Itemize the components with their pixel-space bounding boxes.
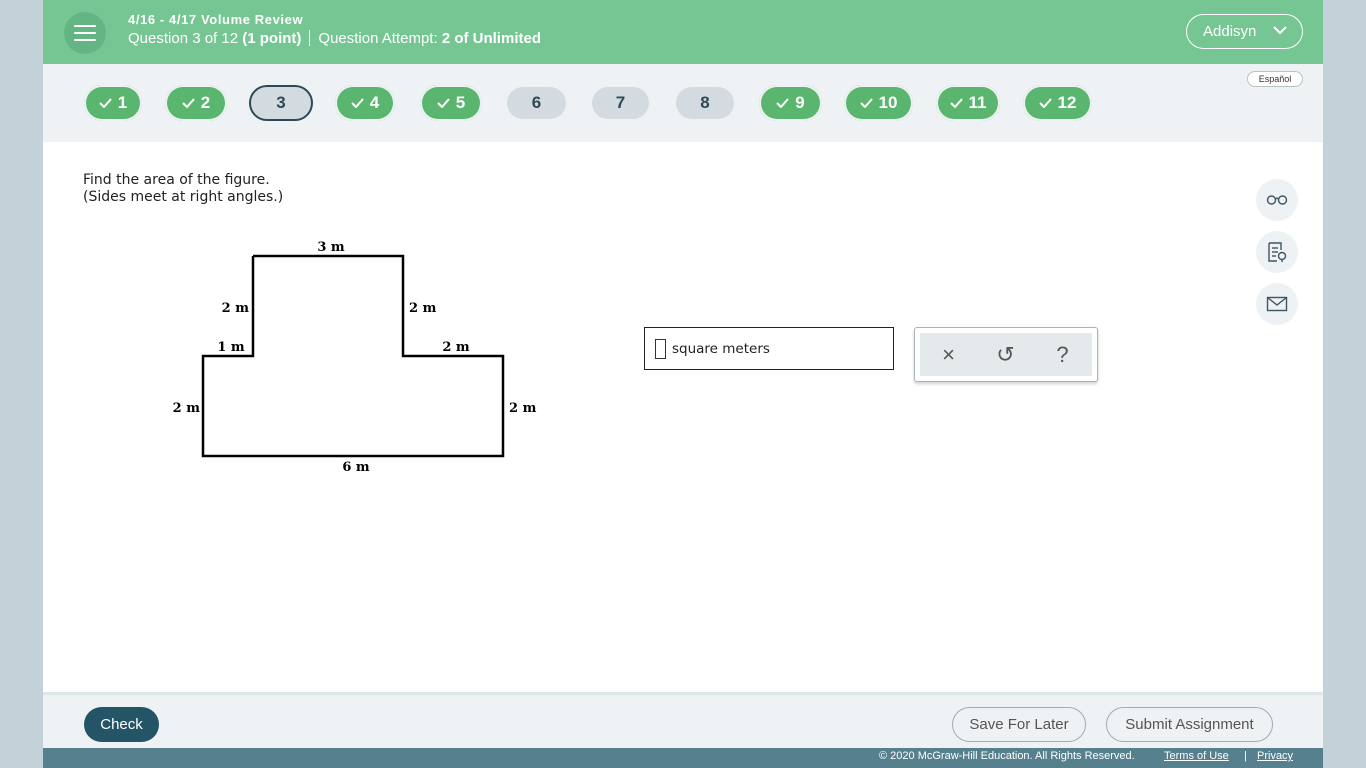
- check-icon: [859, 98, 873, 108]
- check-icon: [1038, 98, 1052, 108]
- privacy-link[interactable]: Privacy: [1257, 750, 1293, 762]
- question-pill-5[interactable]: 5: [420, 85, 482, 121]
- glasses-icon: [1266, 195, 1288, 205]
- copyright-text: © 2020 McGraw-Hill Education. All Rights…: [879, 750, 1135, 762]
- user-name: Addisyn: [1203, 23, 1257, 40]
- question-pill-label: 11: [968, 93, 987, 112]
- terms-link[interactable]: Terms of Use: [1164, 750, 1229, 762]
- question-pill-label: 4: [369, 93, 380, 112]
- footer-actions: Check Save For Later Submit Assignment: [43, 692, 1323, 748]
- answer-field[interactable]: square meters: [644, 327, 894, 370]
- question-prompt: Find the area of the figure. (Sides meet…: [83, 172, 283, 206]
- question-points: (1 point): [242, 30, 302, 47]
- figure-outline: [201, 254, 505, 458]
- divider: [309, 30, 311, 46]
- save-for-later-button[interactable]: Save For Later: [952, 707, 1086, 742]
- help-button[interactable]: ?: [1034, 333, 1091, 376]
- message-button[interactable]: [1256, 283, 1298, 325]
- notes-button[interactable]: [1256, 231, 1298, 273]
- label-top: 3 m: [317, 240, 345, 255]
- language-toggle[interactable]: Español: [1247, 71, 1303, 87]
- question-number: Question 3 of 12: [128, 30, 239, 47]
- question-pill-label: 6: [531, 93, 542, 112]
- question-pill-3[interactable]: 3: [249, 85, 313, 121]
- app-window: 4/16 - 4/17 Volume Review Question 3 of …: [43, 0, 1323, 768]
- close-icon: ×: [942, 341, 955, 367]
- check-icon: [182, 98, 195, 108]
- question-pill-8[interactable]: 8: [674, 85, 736, 121]
- check-icon: [437, 98, 450, 108]
- assignment-title: 4/16 - 4/17 Volume Review: [128, 12, 304, 27]
- question-pill-label: 3: [276, 93, 286, 112]
- question-pill-6[interactable]: 6: [505, 85, 568, 121]
- reader-button[interactable]: [1256, 179, 1298, 221]
- label-bottom: 6 m: [342, 460, 370, 475]
- question-pill-label: 12: [1057, 93, 1077, 112]
- menu-button[interactable]: [64, 12, 106, 54]
- legal-divider: |: [1244, 750, 1247, 762]
- clear-button[interactable]: ×: [920, 333, 977, 376]
- help-icon: ?: [1056, 341, 1069, 367]
- question-pill-4[interactable]: 4: [335, 85, 395, 121]
- question-pill-10[interactable]: 10: [844, 85, 913, 121]
- answer-toolbox: × ↺ ?: [914, 327, 1098, 382]
- question-pill-7[interactable]: 7: [590, 85, 651, 121]
- label-upper-right: 2 m: [409, 301, 437, 316]
- mail-icon: [1266, 296, 1288, 312]
- legal-bar: © 2020 McGraw-Hill Education. All Rights…: [43, 748, 1323, 768]
- user-menu-button[interactable]: Addisyn: [1186, 14, 1303, 49]
- check-icon: [776, 98, 790, 108]
- prompt-line-1: Find the area of the figure.: [83, 172, 270, 188]
- hamburger-icon: [74, 25, 96, 27]
- question-pill-label: 1: [117, 93, 128, 112]
- question-pill-label: 8: [700, 93, 710, 112]
- question-pill-2[interactable]: 2: [165, 85, 227, 121]
- figure-diagram: 3 m 2 m 2 m 1 m 2 m 2 m 2 m 6 m: [173, 240, 537, 475]
- attempt-label: Question Attempt:: [318, 30, 438, 47]
- question-pill-9[interactable]: 9: [759, 85, 822, 121]
- assignment-header: 4/16 - 4/17 Volume Review Question 3 of …: [43, 0, 1323, 64]
- undo-icon: ↺: [996, 341, 1015, 367]
- check-icon: [351, 98, 364, 108]
- check-icon: [949, 98, 963, 108]
- label-ledge-right: 2 m: [442, 340, 470, 355]
- answer-unit: square meters: [672, 341, 770, 357]
- question-pill-label: 2: [200, 93, 211, 112]
- question-pill-1[interactable]: 1: [84, 85, 142, 121]
- undo-button[interactable]: ↺: [977, 333, 1034, 376]
- label-lower-left: 2 m: [173, 401, 201, 416]
- question-nav: 1 2 3 4 5 6 7 8 9 10 11 12 Español: [43, 64, 1323, 142]
- question-pill-label: 10: [878, 93, 898, 112]
- label-upper-left: 2 m: [222, 301, 250, 316]
- prompt-line-2: (Sides meet at right angles.): [83, 189, 284, 205]
- question-info: Question 3 of 12 (1 point) Question Attem…: [128, 30, 541, 47]
- check-icon: [99, 98, 112, 108]
- question-pill-label: 9: [795, 93, 805, 112]
- label-lower-right: 2 m: [509, 401, 537, 416]
- chevron-down-icon: [1273, 26, 1287, 35]
- label-ledge-left: 1 m: [217, 340, 245, 355]
- answer-input[interactable]: [655, 339, 666, 359]
- question-pill-11[interactable]: 11: [936, 85, 1000, 121]
- question-pill-label: 7: [615, 93, 626, 112]
- question-pill-label: 5: [455, 93, 466, 112]
- attempt-value: 2 of Unlimited: [441, 30, 541, 47]
- notes-icon: [1268, 242, 1287, 262]
- question-pill-12[interactable]: 12: [1023, 85, 1092, 121]
- check-button[interactable]: Check: [84, 707, 159, 742]
- submit-assignment-button[interactable]: Submit Assignment: [1106, 707, 1273, 742]
